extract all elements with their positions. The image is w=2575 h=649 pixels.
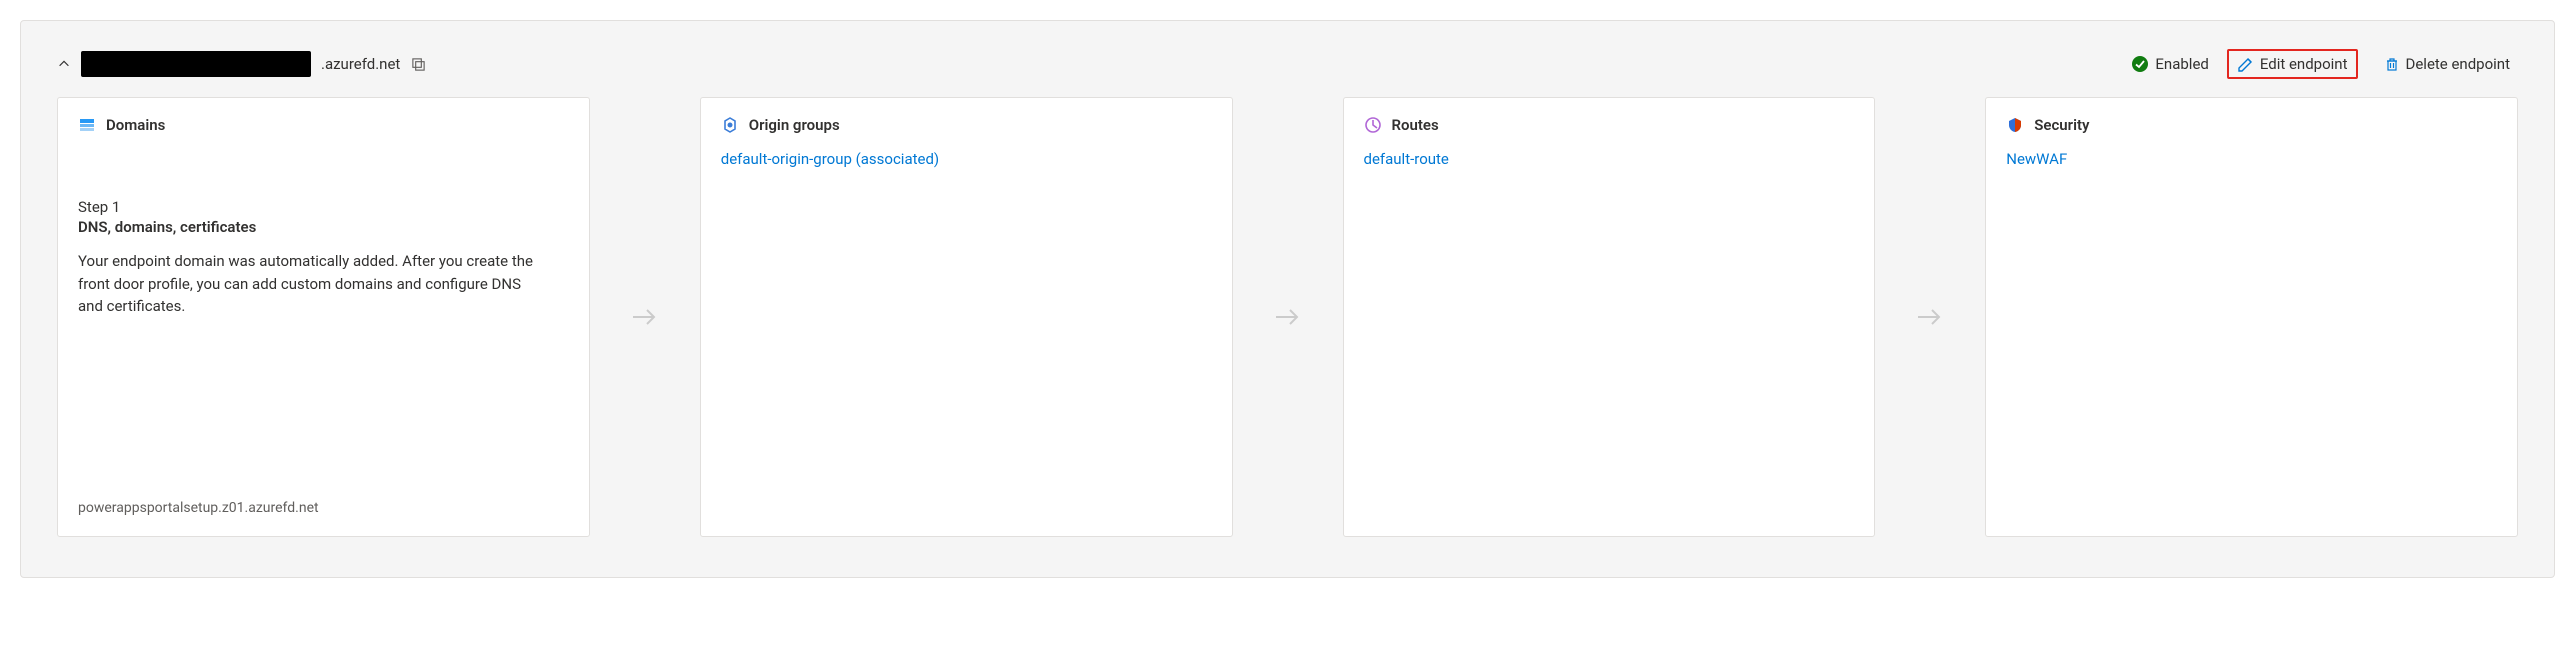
step-description: Your endpoint domain was automatically a… (78, 250, 538, 318)
routes-card-header: Routes (1364, 116, 1855, 134)
step-title: DNS, domains, certificates (78, 218, 569, 236)
pencil-icon (2237, 56, 2254, 73)
routes-title: Routes (1392, 116, 1439, 134)
arrow-1 (590, 97, 700, 537)
edit-endpoint-label: Edit endpoint (2260, 55, 2348, 73)
arrow-3 (1875, 97, 1985, 537)
trash-icon (2384, 56, 2400, 72)
route-link[interactable]: default-route (1364, 150, 1855, 168)
status-enabled: Enabled (2131, 55, 2208, 73)
domains-step-block: Step 1 DNS, domains, certificates Your e… (78, 198, 569, 318)
security-title: Security (2034, 116, 2089, 134)
security-card: Security NewWAF (1985, 97, 2518, 537)
routes-icon (1364, 116, 1382, 134)
security-icon (2006, 116, 2024, 134)
domains-card-header: Domains (78, 116, 569, 134)
header-left: .azurefd.net (57, 51, 426, 77)
cards-row: Domains Step 1 DNS, domains, certificate… (57, 97, 2518, 537)
origin-group-link[interactable]: default-origin-group (associated) (721, 150, 1212, 168)
origin-groups-icon (721, 116, 739, 134)
step-number: Step 1 (78, 198, 569, 216)
endpoint-panel: .azurefd.net Enabled Edit endpoint (20, 20, 2555, 578)
delete-endpoint-label: Delete endpoint (2406, 55, 2511, 73)
security-link[interactable]: NewWAF (2006, 150, 2497, 168)
check-circle-icon (2131, 55, 2149, 73)
arrow-2 (1233, 97, 1343, 537)
edit-endpoint-button[interactable]: Edit endpoint (2227, 49, 2358, 79)
header-right: Enabled Edit endpoint Delete endpoint (2131, 49, 2518, 79)
origin-groups-title: Origin groups (749, 116, 840, 134)
panel-header: .azurefd.net Enabled Edit endpoint (57, 49, 2518, 79)
collapse-toggle[interactable] (57, 57, 71, 71)
endpoint-domain-suffix: .azurefd.net (321, 55, 400, 73)
origin-groups-card-header: Origin groups (721, 116, 1212, 134)
domains-footnote: powerappsportalsetup.z01.azurefd.net (78, 500, 569, 516)
status-label: Enabled (2155, 55, 2208, 73)
delete-endpoint-button[interactable]: Delete endpoint (2376, 51, 2519, 77)
domains-card: Domains Step 1 DNS, domains, certificate… (57, 97, 590, 537)
domains-title: Domains (106, 116, 165, 134)
domains-icon (78, 116, 96, 134)
copy-icon[interactable] (410, 56, 426, 72)
endpoint-name-redacted (81, 51, 311, 77)
origin-groups-card: Origin groups default-origin-group (asso… (700, 97, 1233, 537)
routes-card: Routes default-route (1343, 97, 1876, 537)
security-card-header: Security (2006, 116, 2497, 134)
